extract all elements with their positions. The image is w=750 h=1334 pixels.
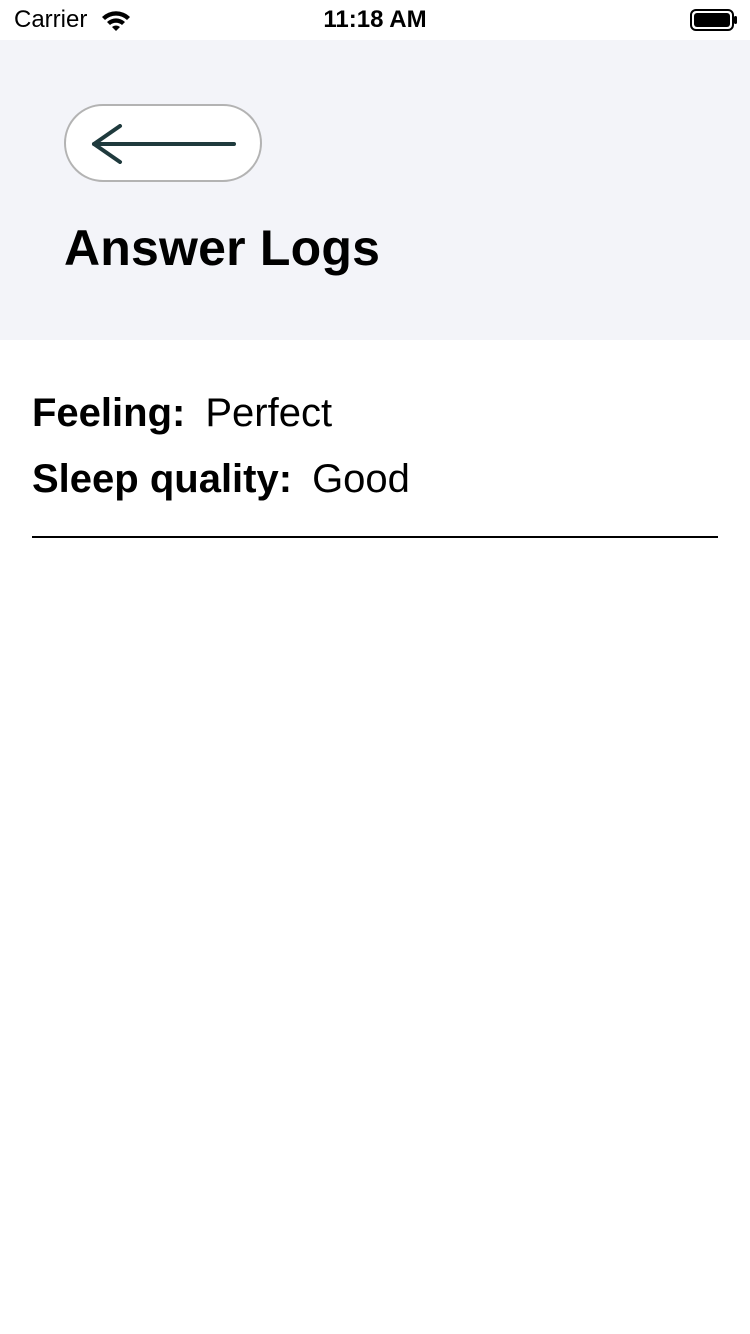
sleep-quality-row: Sleep quality: Good	[32, 454, 410, 504]
feeling-row: Feeling: Perfect	[32, 388, 332, 438]
sleep-quality-label: Sleep quality:	[32, 457, 293, 501]
sleep-quality-value: Good	[312, 457, 410, 501]
arrow-left-icon	[92, 124, 236, 164]
feeling-value: Perfect	[205, 391, 333, 435]
battery-full-icon	[690, 8, 738, 32]
status-time: 11:18 AM	[323, 6, 427, 33]
status-bar: Carrier 11:18 AM	[0, 0, 750, 40]
page-header: Answer Logs	[0, 40, 750, 340]
entry-divider	[32, 536, 718, 538]
feeling-label: Feeling:	[32, 391, 186, 435]
back-button[interactable]	[64, 104, 262, 182]
page-title: Answer Logs	[64, 220, 381, 276]
